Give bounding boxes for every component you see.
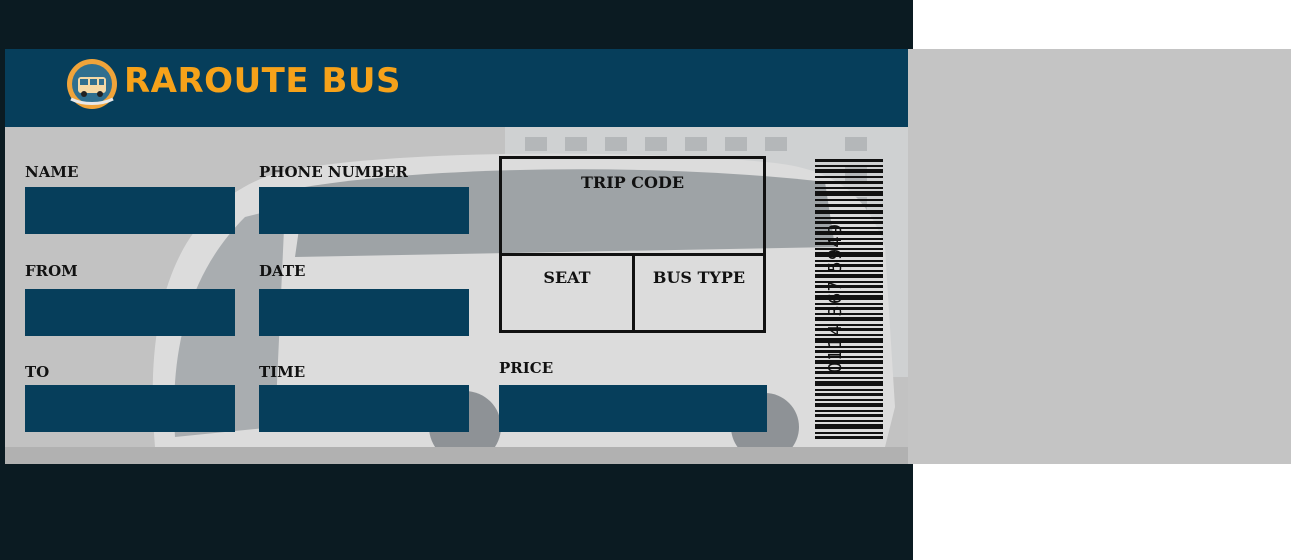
seat-box[interactable]: SEAT	[499, 253, 635, 333]
trip-code-box[interactable]: TRIP CODE	[499, 156, 766, 256]
phone-field[interactable]	[259, 187, 469, 234]
phone-label: PHONE NUMBER	[259, 163, 408, 181]
price-field[interactable]	[499, 385, 767, 432]
bus-type-box[interactable]: BUS TYPE	[632, 253, 766, 333]
from-label: FROM	[25, 262, 78, 280]
to-label: TO	[25, 363, 50, 381]
date-label: DATE	[259, 262, 306, 280]
bus-type-label: BUS TYPE	[652, 268, 746, 287]
barcode-number: 0114 367 5949	[825, 222, 846, 374]
bus-ticket: RAROUTE BUS NAME FROM TO PHONE NUMBER DA…	[5, 49, 908, 464]
to-field[interactable]	[25, 385, 235, 432]
time-label: TIME	[259, 363, 306, 381]
name-label: NAME	[25, 163, 79, 181]
name-field[interactable]	[25, 187, 235, 234]
date-field[interactable]	[259, 289, 469, 336]
bus-emblem-icon	[67, 59, 117, 109]
brand-name: RAROUTE BUS	[124, 61, 401, 101]
ticket-header: RAROUTE BUS	[5, 49, 908, 127]
price-label: PRICE	[499, 359, 554, 377]
seat-label: SEAT	[543, 268, 591, 287]
from-field[interactable]	[25, 289, 235, 336]
trip-code-label: TRIP CODE	[580, 173, 685, 192]
time-field[interactable]	[259, 385, 469, 432]
ticket-stub	[908, 49, 1291, 464]
